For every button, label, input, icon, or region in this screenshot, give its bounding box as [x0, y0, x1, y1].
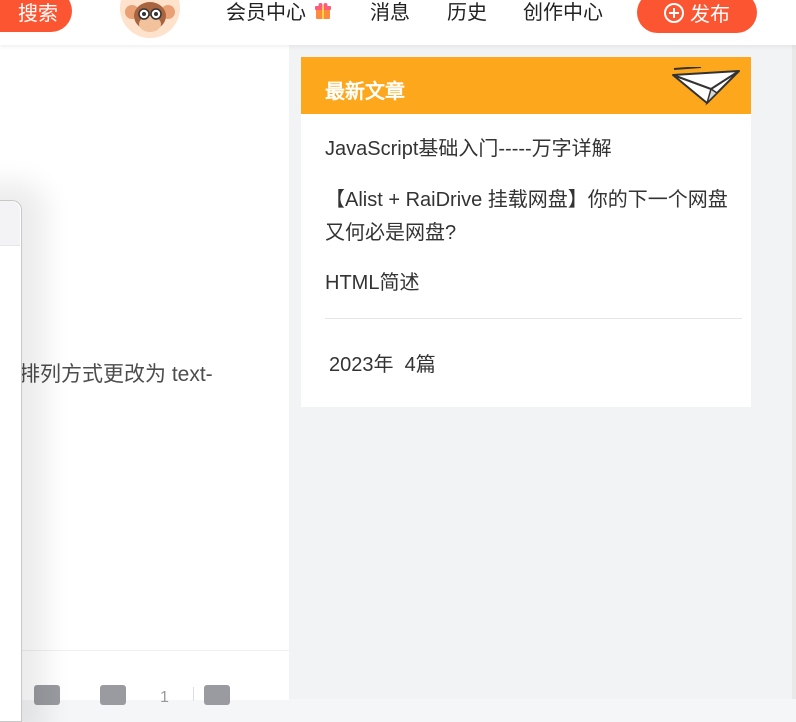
- nav-vip-center-label: 会员中心: [226, 2, 306, 24]
- search-button[interactable]: 搜索: [0, 0, 72, 32]
- nav-messages[interactable]: 消息: [370, 0, 410, 25]
- nav-creator-center-label: 创作中心: [523, 2, 603, 24]
- nav-vip-center[interactable]: 会员中心: [226, 0, 332, 25]
- latest-article-link-1[interactable]: JavaScript基础入门-----万字详解: [325, 133, 735, 166]
- latest-articles-title: 最新文章: [325, 81, 405, 103]
- nav-messages-label: 消息: [370, 2, 410, 24]
- latest-articles-header: 最新文章: [301, 57, 751, 114]
- card-divider: [325, 318, 742, 319]
- plus-circle-icon: [664, 2, 684, 23]
- monkey-avatar-icon: [120, 0, 180, 38]
- publish-button-label: 发布: [690, 4, 730, 26]
- side-popup-panel[interactable]: [0, 200, 22, 722]
- comment-count: 1: [160, 689, 169, 706]
- search-button-label: 搜索: [18, 2, 58, 25]
- publish-button[interactable]: 发布: [637, 0, 757, 33]
- article-toolbar: 1: [20, 650, 289, 706]
- side-popup-header: [0, 201, 20, 246]
- latest-article-link-2[interactable]: 【Alist + RaiDrive 挂载网盘】你的下一个网盘又何必是网盘?: [325, 184, 735, 250]
- nav-history[interactable]: 历史: [447, 0, 487, 25]
- collect-icon[interactable]: [34, 685, 60, 705]
- latest-article-link-3[interactable]: HTML简述: [325, 267, 735, 300]
- scrollbar-track[interactable]: [792, 45, 796, 699]
- avatar[interactable]: [120, 0, 180, 38]
- comment-icon[interactable]: [100, 685, 126, 705]
- archive-2023-link[interactable]: 2023年 4篇: [329, 348, 436, 377]
- nav-history-label: 历史: [447, 2, 487, 24]
- top-nav-bar: 搜索 会员中心 消息 历史 创作中心 发布: [0, 0, 796, 45]
- share-icon[interactable]: [204, 685, 230, 705]
- nav-creator-center[interactable]: 创作中心: [523, 0, 603, 25]
- paper-plane-icon: [672, 67, 740, 106]
- gift-icon: [314, 3, 331, 19]
- article-text-fragment: 排列方式更改为 text-: [19, 363, 213, 386]
- latest-articles-card: 最新文章 JavaScript基础入门-----万字详解 【Alist + Ra…: [301, 57, 751, 407]
